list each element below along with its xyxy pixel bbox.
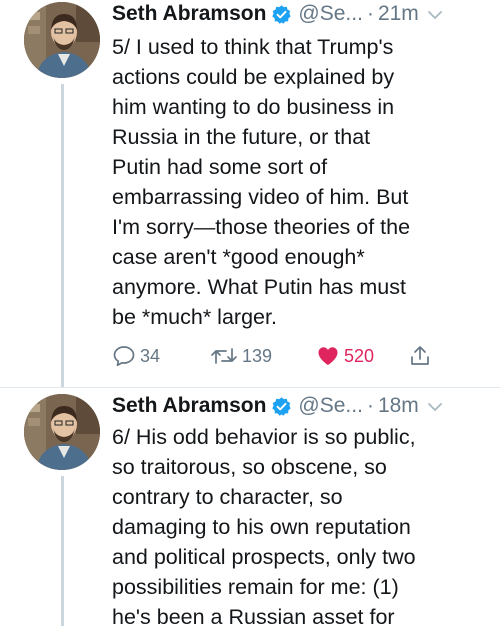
reply-icon: [112, 344, 136, 368]
tweet-text-line: anymore. What Putin has must: [112, 275, 406, 299]
tweet-text-line: so traitorous, so obscene, so: [112, 455, 387, 479]
chevron-down-icon[interactable]: [427, 8, 443, 20]
share-button[interactable]: [408, 340, 432, 372]
tweet-text-line: Putin had some sort of: [112, 155, 328, 179]
like-button[interactable]: 520: [316, 340, 374, 372]
verified-badge-icon: [271, 396, 292, 417]
tweet-5[interactable]: Seth Abramson @Se... · 21m 5/ I used to …: [0, 0, 500, 388]
author-handle[interactable]: @Se...: [298, 394, 363, 418]
tweet-text-line: 5/ I used to think that Trump's: [112, 35, 394, 59]
like-count: 520: [344, 345, 375, 366]
tweet-header: Seth Abramson @Se... · 18m: [112, 390, 490, 422]
share-icon: [408, 344, 432, 368]
tweet-header: Seth Abramson @Se... · 21m: [112, 0, 490, 30]
tweet-6[interactable]: Seth Abramson @Se... · 18m 6/ His odd be…: [0, 388, 500, 629]
heart-icon: [316, 344, 340, 368]
tweet-text-line: actions could be explained by: [112, 65, 395, 89]
tweet-text-line: I'm sorry—those theories of the: [112, 215, 411, 239]
tweet-text-line: case aren't *good enough*: [112, 245, 365, 269]
retweet-count: 139: [242, 345, 273, 366]
timestamp[interactable]: 21m: [378, 2, 419, 26]
tweet-text-line: and political prospects, only two: [112, 545, 416, 569]
thread-line: [61, 84, 64, 388]
tweet-text-line: damaging to his own reputation: [112, 515, 411, 539]
tweet-text-line: 6/ His odd behavior is so public,: [112, 425, 416, 449]
tweet-actions: 34 139 520: [112, 340, 472, 372]
tweet-text: 5/ I used to think that Trump's actions …: [112, 32, 482, 332]
retweet-button[interactable]: 139: [210, 340, 272, 372]
tweet-text-line: he's been a Russian asset for: [112, 605, 395, 629]
separator: ·: [366, 2, 374, 25]
author-handle[interactable]: @Se...: [298, 2, 363, 26]
tweet-text-line: embarrassing video of him. But: [112, 185, 409, 209]
avatar[interactable]: [24, 394, 100, 470]
avatar[interactable]: [24, 2, 100, 78]
tweet-text-line: him wanting to do business in: [112, 95, 395, 119]
author-name[interactable]: Seth Abramson: [112, 394, 266, 418]
chevron-down-icon[interactable]: [427, 400, 443, 412]
retweet-icon: [210, 344, 238, 368]
tweet-text-line: possibilities remain for me: (1): [112, 575, 399, 599]
reply-button[interactable]: 34: [112, 340, 160, 372]
author-name[interactable]: Seth Abramson: [112, 2, 266, 26]
tweet-text-line: Russia in the future, or that: [112, 125, 371, 149]
tweet-text: 6/ His odd behavior is so public, so tra…: [112, 422, 482, 632]
reply-count: 34: [140, 345, 161, 366]
thread-line: [61, 476, 64, 626]
timestamp[interactable]: 18m: [378, 394, 419, 418]
tweet-text-line: contrary to character, so: [112, 485, 343, 509]
separator: ·: [366, 394, 374, 417]
tweet-text-line: be *much* larger.: [112, 305, 277, 329]
verified-badge-icon: [271, 4, 292, 25]
